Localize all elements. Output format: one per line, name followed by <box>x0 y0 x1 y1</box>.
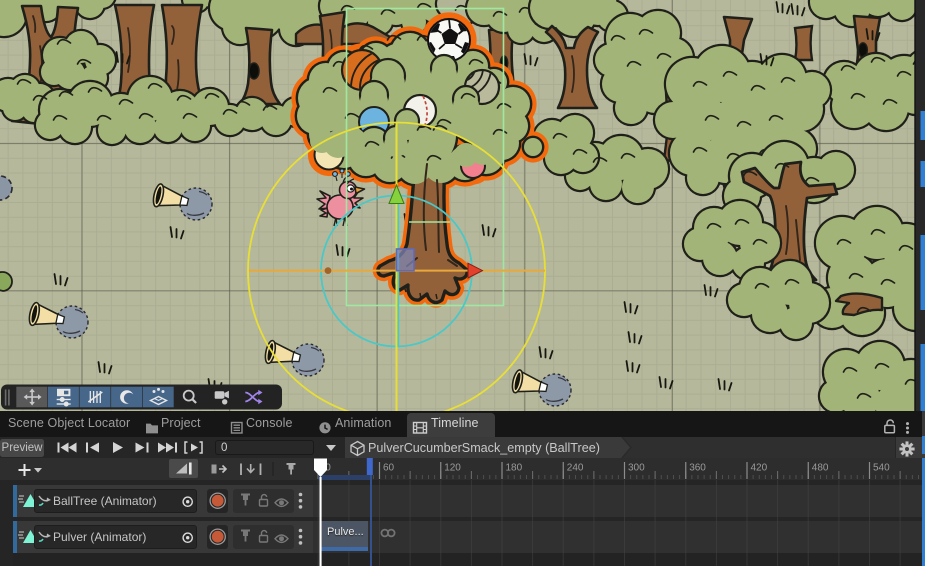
svg-text:240: 240 <box>567 463 584 474</box>
svg-text:60: 60 <box>383 463 395 474</box>
svg-text:360: 360 <box>689 463 706 474</box>
svg-text:480: 480 <box>812 463 829 474</box>
svg-text:300: 300 <box>628 463 645 474</box>
svg-text:180: 180 <box>506 463 523 474</box>
svg-text:120: 120 <box>444 463 461 474</box>
svg-text:540: 540 <box>873 463 890 474</box>
svg-text:420: 420 <box>751 463 768 474</box>
